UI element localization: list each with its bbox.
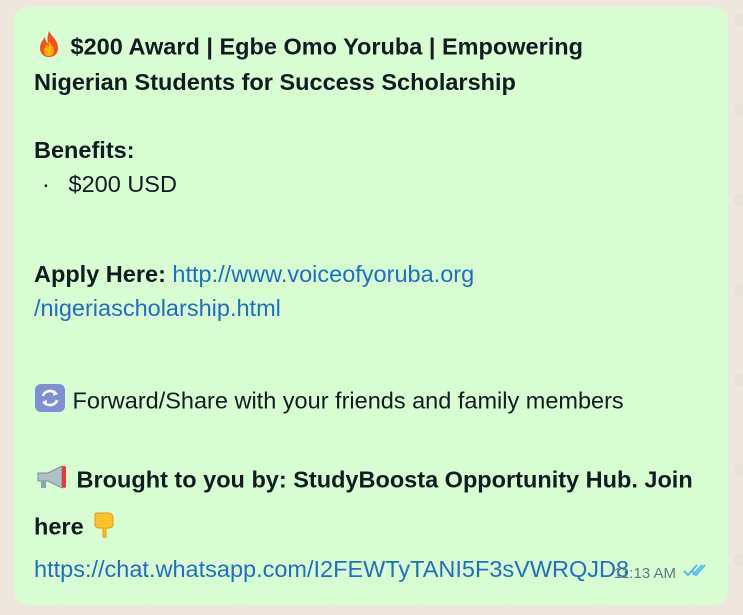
double-check-icon (682, 557, 712, 591)
apply-label: Apply Here: (34, 261, 166, 287)
apply-link-part2[interactable]: /nigeriascholarship.html (34, 295, 281, 321)
repeat-arrows-icon (34, 383, 66, 422)
timestamp: 11:13 AM (613, 565, 676, 582)
join-link-row: https://chat.whatsapp.com/I2FEWTyTANI5F3… (34, 552, 708, 586)
benefit-item-text: $200 USD (68, 171, 177, 197)
brought-line1: Brought to you by: StudyBoosta Opportuni… (76, 466, 693, 493)
title-row: $200 Award | Egbe Omo Yoruba | Empowerin… (34, 29, 708, 63)
apply-link-row2: /nigeriascholarship.html (34, 291, 708, 325)
fire-icon (34, 29, 64, 68)
pointing-down-icon (90, 509, 118, 548)
join-link[interactable]: https://chat.whatsapp.com/I2FEWTyTANI5F3… (34, 556, 629, 582)
megaphone-icon (34, 462, 70, 501)
bullet-dot: · (42, 171, 50, 197)
brought-line2: here (34, 513, 84, 540)
message-bubble[interactable]: $200 Award | Egbe Omo Yoruba | Empowerin… (14, 7, 728, 605)
message-meta: 11:13 AM (614, 557, 712, 591)
benefits-heading: Benefits: (34, 137, 135, 163)
brought-row2: here (34, 509, 708, 548)
apply-row: Apply Here: http://www.voiceofyoruba.org (34, 257, 708, 291)
benefit-item: · $200 USD (34, 167, 708, 201)
message-title-line1: $200 Award | Egbe Omo Yoruba | Empowerin… (70, 33, 583, 60)
brought-row: Brought to you by: StudyBoosta Opportuni… (34, 462, 708, 501)
forward-row: Forward/Share with your friends and fami… (34, 383, 708, 422)
forward-text: Forward/Share with your friends and fami… (72, 387, 624, 414)
apply-link-part1[interactable]: http://www.voiceofyoruba.org (172, 261, 474, 287)
message-title-line2: Nigerian Students for Success Scholarshi… (34, 69, 516, 95)
